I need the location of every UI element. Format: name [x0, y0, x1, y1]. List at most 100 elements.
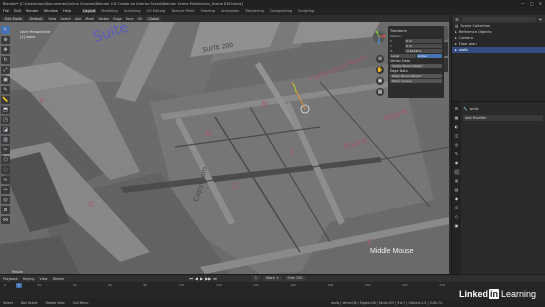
move-tool-icon[interactable]: ✥	[1, 46, 10, 54]
next-keyframe-icon[interactable]: ▶▶	[205, 276, 211, 281]
orientation-dropdown[interactable]: Default	[27, 16, 45, 21]
play-reverse-icon[interactable]: ◀	[195, 276, 198, 281]
measure-tool-icon[interactable]: 📏	[1, 96, 10, 104]
median-y-field[interactable]: 0 m	[405, 44, 442, 48]
tab-shading[interactable]: Shading	[199, 9, 216, 13]
transform-orientation[interactable]: Global	[146, 16, 162, 21]
outliner-display-icon[interactable]: ☰	[455, 17, 459, 22]
tab-uv-editing[interactable]: UV Editing	[146, 9, 167, 13]
local-toggle[interactable]: Local	[390, 54, 416, 58]
menu-window[interactable]: Window	[44, 9, 58, 13]
knife-tool-icon[interactable]: ✂	[1, 146, 10, 154]
loop-cut-tool-icon[interactable]: ▥	[1, 136, 10, 144]
mean-bevel-weight-field[interactable]: Mean Bevel Weight	[390, 74, 442, 78]
menu-select[interactable]: Select	[60, 17, 70, 21]
tool-settings-icon[interactable]: ⚙	[454, 106, 460, 112]
menu-add[interactable]: Add	[75, 17, 82, 21]
current-frame-field[interactable]: 1	[251, 276, 260, 281]
mean-crease-field[interactable]: Mean Crease	[390, 79, 442, 83]
menu-edge[interactable]: Edge	[113, 17, 122, 21]
menu-file[interactable]: File	[3, 9, 9, 13]
frame-ruler[interactable]: 0 20 40 60 80 100 120 140 160 180 200 22…	[0, 283, 449, 289]
pan-icon[interactable]: ✋	[376, 66, 384, 74]
perspective-toggle-icon[interactable]: ▦	[376, 88, 384, 96]
close-button[interactable]: ✕	[539, 1, 542, 6]
jump-end-icon[interactable]: ⏭	[213, 276, 217, 281]
menu-uv[interactable]: UV	[137, 17, 142, 21]
expand-icon[interactable]: ▸	[455, 48, 457, 52]
rip-tool-icon[interactable]: ⋈	[1, 216, 10, 224]
shrink-tool-icon[interactable]: ◎	[1, 196, 10, 204]
rotate-tool-icon[interactable]: ↻	[1, 56, 10, 64]
menu-vertex[interactable]: Vertex	[98, 17, 109, 21]
world-icon[interactable]: ✎	[454, 151, 460, 157]
modifier-icon[interactable]: ⬡	[453, 169, 460, 175]
outliner-search-input[interactable]	[461, 16, 536, 22]
physics-icon[interactable]: ▤	[454, 187, 460, 193]
transform-tool-icon[interactable]: ▣	[1, 76, 10, 84]
vertex-data-title[interactable]: Vertex Data	[390, 59, 442, 63]
bevel-tool-icon[interactable]: ◪	[1, 126, 10, 134]
vertex-bevel-weight-field[interactable]: Vertex Bevel Weight	[390, 64, 442, 68]
tab-sculpting[interactable]: Sculpting	[123, 9, 142, 13]
annotate-tool-icon[interactable]: ✎	[1, 86, 10, 94]
median-x-field[interactable]: 0 m	[405, 39, 442, 43]
select-tool-icon[interactable]: ↖	[1, 26, 10, 34]
menu-timeline-view[interactable]: View	[40, 277, 48, 281]
scale-tool-icon[interactable]: ⤢	[1, 66, 10, 74]
tab-tool[interactable]	[444, 42, 448, 56]
smooth-tool-icon[interactable]: ≈	[1, 176, 10, 184]
menu-help[interactable]: Help	[63, 9, 71, 13]
inset-tool-icon[interactable]: ◳	[1, 116, 10, 124]
menu-view[interactable]: View	[48, 17, 56, 21]
menu-face[interactable]: Face	[126, 17, 134, 21]
mode-dropdown[interactable]: Edit Mode	[3, 16, 24, 21]
menu-keying[interactable]: Keying	[23, 277, 34, 281]
particles-icon[interactable]: ◍	[454, 178, 460, 184]
expand-icon[interactable]: ▸	[455, 42, 457, 46]
menu-playback[interactable]: Playback	[3, 277, 18, 281]
expand-icon[interactable]: ▸	[455, 30, 457, 34]
tab-item[interactable]	[444, 26, 448, 40]
median-z-field[interactable]: -0.0118 m	[405, 49, 442, 53]
tab-modeling[interactable]: Modeling	[100, 9, 118, 13]
maximize-button[interactable]: □	[530, 1, 534, 6]
expand-icon[interactable]: ▸	[455, 36, 457, 40]
spin-tool-icon[interactable]: ◌	[1, 166, 10, 174]
tab-rendering[interactable]: Rendering	[244, 9, 264, 13]
play-icon[interactable]: ▶	[200, 276, 203, 281]
jump-start-icon[interactable]: ⏮	[189, 276, 193, 281]
tab-layout[interactable]: Layout	[82, 9, 97, 13]
end-frame-field[interactable]: End: 250	[284, 276, 306, 281]
tab-animation[interactable]: Animation	[220, 9, 240, 13]
tab-compositing[interactable]: Compositing	[269, 9, 294, 13]
edge-data-title[interactable]: Edge Data	[390, 69, 442, 73]
add-modifier-dropdown[interactable]: Add Modifier	[463, 115, 543, 121]
texture-icon[interactable]: ▣	[454, 223, 460, 229]
constraints-icon[interactable]: ◆	[454, 196, 460, 202]
tab-view[interactable]	[444, 58, 448, 72]
material-icon[interactable]: ◇	[454, 214, 460, 220]
zoom-icon[interactable]: ⊕	[376, 55, 384, 63]
poly-build-tool-icon[interactable]: ⬡	[1, 156, 10, 164]
cursor-tool-icon[interactable]: ⊕	[1, 36, 10, 44]
menu-render[interactable]: Render	[26, 9, 39, 13]
start-frame-field[interactable]: Start: 1	[262, 276, 282, 281]
filter-icon[interactable]: ⏷	[539, 17, 542, 22]
menu-edit[interactable]: Edit	[14, 9, 21, 13]
transform-section-title[interactable]: Transform	[390, 29, 442, 33]
view-layer-icon[interactable]: ◫	[454, 133, 460, 139]
extrude-tool-icon[interactable]: ⬒	[1, 106, 10, 114]
output-icon[interactable]: ◐	[454, 124, 460, 130]
camera-view-icon[interactable]: ▣	[376, 77, 384, 85]
scene-icon[interactable]: ◎	[454, 142, 460, 148]
playhead[interactable]: 1	[16, 283, 22, 288]
object-icon[interactable]: ◉	[454, 160, 460, 166]
shear-tool-icon[interactable]: ⧄	[1, 206, 10, 214]
menu-mesh[interactable]: Mesh	[85, 17, 94, 21]
edge-slide-tool-icon[interactable]: ⇿	[1, 186, 10, 194]
minimize-button[interactable]: —	[521, 1, 525, 6]
menu-marker[interactable]: Marker	[53, 277, 65, 281]
tab-scripting[interactable]: Scripting	[297, 9, 315, 13]
outliner-item-selected[interactable]: ▸ walls	[452, 47, 545, 53]
